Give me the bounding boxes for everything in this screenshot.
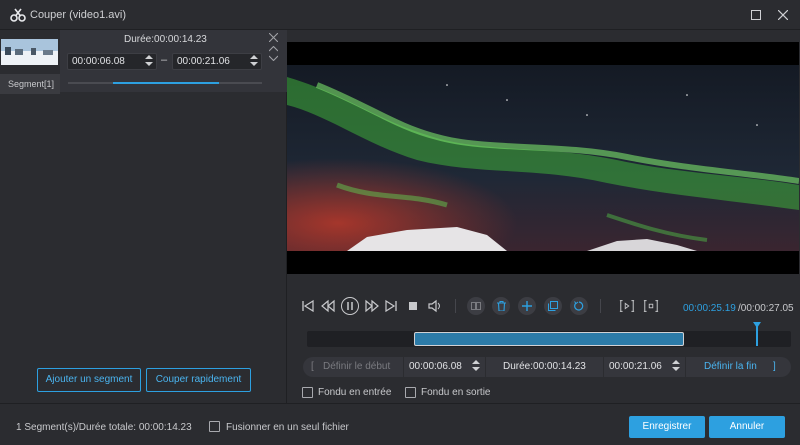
plus-icon bbox=[522, 301, 532, 311]
trim-divider bbox=[403, 357, 404, 377]
fast-forward-icon[interactable] bbox=[364, 298, 380, 314]
window-title: Couper (video1.avi) bbox=[30, 9, 126, 21]
set-end-icon[interactable] bbox=[643, 298, 659, 314]
range-dash: – bbox=[161, 54, 168, 66]
pause-button[interactable] bbox=[341, 297, 359, 315]
segment-start-spinner[interactable] bbox=[145, 55, 153, 68]
maximize-button[interactable] bbox=[747, 6, 765, 24]
set-end-button[interactable]: Définir la fin bbox=[704, 357, 757, 377]
segment-panel: Segment[1] Durée:00:00:14.23 00:00:06.08… bbox=[0, 30, 287, 403]
trim-divider bbox=[603, 357, 604, 377]
pause-icon bbox=[347, 302, 353, 310]
fade-out-checkbox[interactable] bbox=[405, 387, 416, 398]
stop-icon[interactable] bbox=[405, 298, 421, 314]
move-up-icon[interactable] bbox=[269, 46, 278, 52]
copy-button[interactable] bbox=[544, 297, 562, 315]
delete-button[interactable] bbox=[492, 297, 510, 315]
cancel-button[interactable]: Annuler bbox=[709, 416, 785, 438]
playhead[interactable] bbox=[756, 324, 759, 346]
quick-split-button[interactable]: Couper rapidement bbox=[146, 368, 251, 392]
video-frame bbox=[287, 65, 799, 251]
reset-icon bbox=[574, 301, 584, 311]
set-start-icon[interactable] bbox=[619, 298, 635, 314]
add-button[interactable] bbox=[518, 297, 536, 315]
fade-in-label: Fondu en entrée bbox=[318, 387, 392, 398]
move-down-icon[interactable] bbox=[269, 55, 278, 61]
timeline-selection[interactable] bbox=[414, 332, 684, 346]
skip-start-icon[interactable] bbox=[300, 298, 316, 314]
rewind-icon[interactable] bbox=[320, 298, 336, 314]
video-preview bbox=[287, 42, 799, 274]
trim-bar: [ Définir le début 00:00:06.08 Durée:00:… bbox=[303, 357, 791, 377]
segment-end-input[interactable]: 00:00:21.06 bbox=[172, 53, 262, 70]
segment-start-input[interactable]: 00:00:06.08 bbox=[67, 53, 157, 70]
end-bracket: ] bbox=[773, 361, 776, 372]
volume-icon[interactable] bbox=[427, 298, 443, 314]
save-button[interactable]: Enregistrer bbox=[629, 416, 705, 438]
app-logo-icon bbox=[10, 8, 26, 22]
footer-bar: 1 Segment(s)/Durée totale: 00:00:14.23 F… bbox=[0, 403, 800, 445]
trash-icon bbox=[496, 300, 506, 312]
delete-segment-icon[interactable] bbox=[269, 33, 278, 42]
trim-duration: Durée:00:00:14.23 bbox=[503, 361, 586, 372]
fade-in-checkbox[interactable] bbox=[302, 387, 313, 398]
start-time-value[interactable]: 00:00:06.08 bbox=[409, 357, 462, 377]
control-divider bbox=[600, 299, 601, 313]
segment-duration: Durée:00:00:14.23 bbox=[124, 34, 207, 45]
control-divider bbox=[455, 299, 456, 313]
end-time-value[interactable]: 00:00:21.06 bbox=[609, 357, 662, 377]
segment-end-value: 00:00:21.06 bbox=[177, 56, 230, 67]
start-time-spinner[interactable] bbox=[472, 360, 480, 373]
segment-tab[interactable]: Segment[1] bbox=[0, 74, 60, 94]
set-start-button[interactable]: Définir le début bbox=[323, 357, 390, 377]
snapshot-button[interactable] bbox=[467, 297, 485, 315]
reset-button[interactable] bbox=[570, 297, 588, 315]
segment-start-value: 00:00:06.08 bbox=[72, 56, 125, 67]
current-time: 00:00:25.19 bbox=[683, 303, 736, 314]
skip-end-icon[interactable] bbox=[383, 298, 399, 314]
close-button[interactable] bbox=[774, 6, 792, 24]
trim-divider bbox=[685, 357, 686, 377]
merge-checkbox[interactable] bbox=[209, 421, 220, 432]
segment-end-spinner[interactable] bbox=[250, 55, 258, 68]
total-duration-info: 1 Segment(s)/Durée totale: 00:00:14.23 bbox=[16, 422, 192, 433]
merge-label: Fusionner en un seul fichier bbox=[226, 422, 349, 433]
total-time: /00:00:27.05 bbox=[738, 303, 794, 314]
snapshot-icon bbox=[471, 302, 481, 310]
copy-icon bbox=[548, 301, 558, 311]
add-segment-button[interactable]: Ajouter un segment bbox=[37, 368, 141, 392]
end-time-spinner[interactable] bbox=[672, 360, 680, 373]
trim-divider bbox=[485, 357, 486, 377]
title-bar: Couper (video1.avi) bbox=[0, 0, 800, 30]
segment-progress-fill bbox=[112, 82, 220, 84]
segment-thumbnail[interactable] bbox=[1, 39, 58, 65]
close-icon bbox=[777, 9, 789, 21]
segment-progress-track bbox=[68, 82, 262, 84]
timeline-track[interactable] bbox=[307, 331, 791, 347]
fade-out-label: Fondu en sortie bbox=[421, 387, 491, 398]
maximize-icon bbox=[751, 10, 761, 20]
start-bracket: [ bbox=[311, 361, 314, 372]
